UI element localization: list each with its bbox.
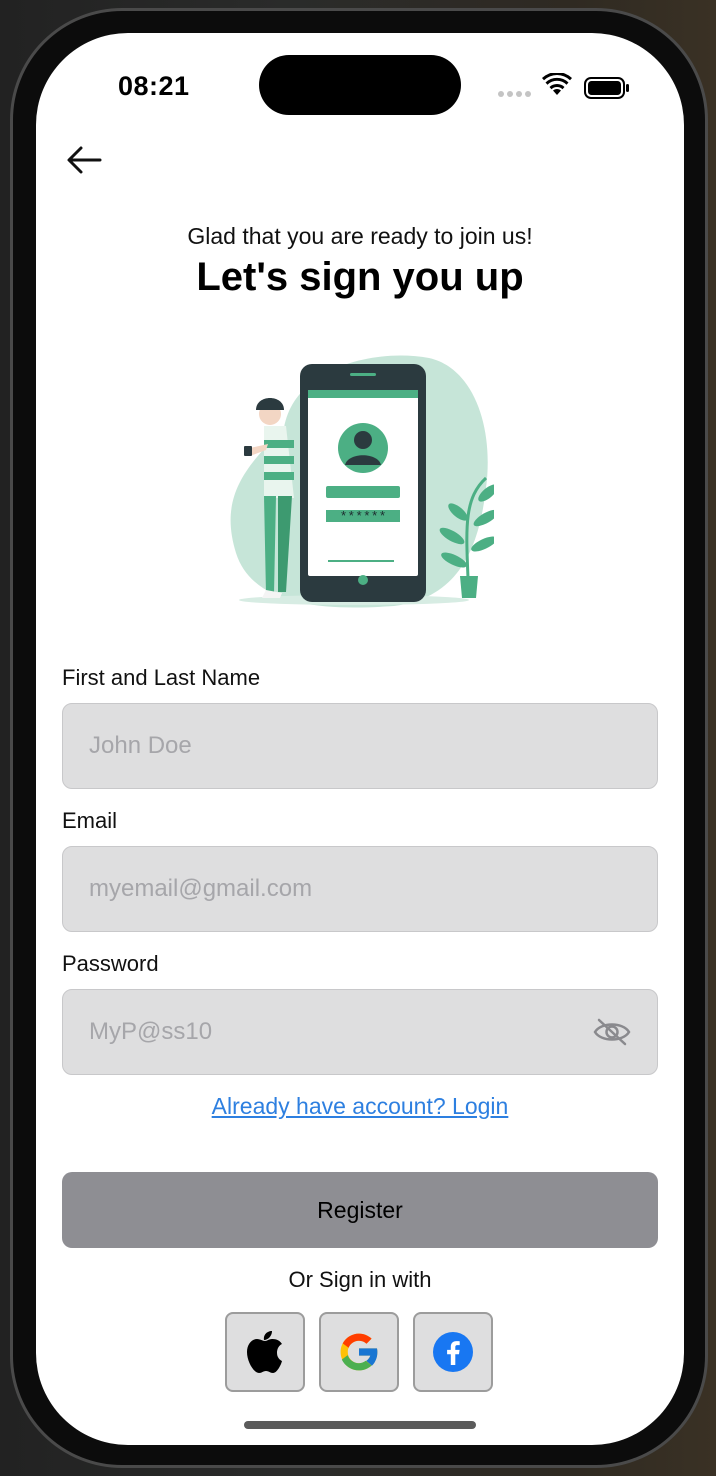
name-field	[62, 703, 658, 789]
email-field	[62, 846, 658, 932]
password-label: Password	[62, 951, 159, 976]
password-input[interactable]	[63, 990, 657, 1074]
apple-signin-button[interactable]	[225, 1312, 305, 1392]
name-label: First and Last Name	[62, 665, 261, 690]
facebook-icon	[433, 1332, 473, 1372]
eye-slash-icon[interactable]	[593, 1018, 631, 1046]
status-time: 08:21	[118, 71, 190, 101]
signup-illustration: ******	[230, 355, 494, 608]
welcome-subtitle: Glad that you are ready to join us!	[187, 223, 533, 249]
battery-icon	[584, 77, 629, 99]
email-label: Email	[62, 808, 118, 833]
google-signin-button[interactable]	[319, 1312, 399, 1392]
login-link[interactable]: Already have account? Login	[36, 1093, 684, 1120]
wifi-icon	[542, 73, 572, 95]
phone-screen: 08:21 Glad that you are ready to join us…	[36, 33, 684, 1445]
apple-icon	[247, 1331, 282, 1373]
password-field	[62, 989, 658, 1075]
illustration-masked-password: ******	[340, 510, 387, 525]
email-input[interactable]	[63, 847, 657, 931]
name-input[interactable]	[63, 704, 657, 788]
register-button[interactable]: Register	[62, 1172, 658, 1248]
google-icon	[340, 1333, 379, 1371]
dynamic-island	[259, 55, 461, 115]
facebook-signin-button[interactable]	[413, 1312, 493, 1392]
social-signin-heading: Or Sign in with	[288, 1267, 432, 1292]
page-title: Let's sign you up	[196, 255, 524, 299]
back-arrow-icon[interactable]	[64, 143, 104, 177]
home-indicator[interactable]	[244, 1421, 476, 1429]
cellular-signal-icon	[498, 91, 532, 97]
